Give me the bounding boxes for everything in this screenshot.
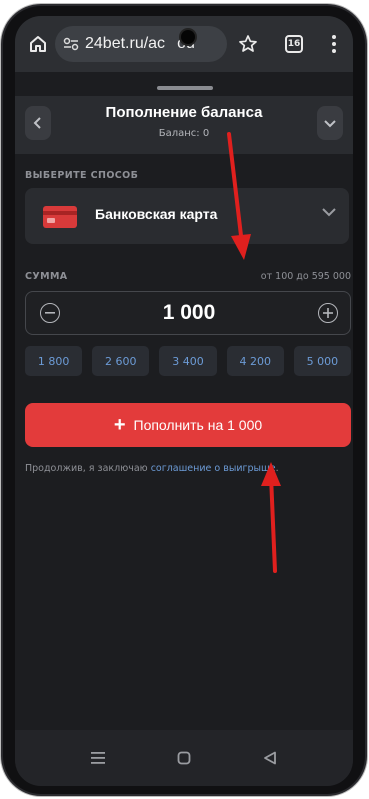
url-bar[interactable]: 24bet.ru/acou	[55, 26, 227, 62]
terms-text: Продолжив, я заключаю соглашение о выигр…	[25, 463, 351, 474]
sheet-header: Пополнение баланса Баланс: 0	[15, 96, 353, 154]
home-circle-icon[interactable]	[172, 746, 196, 770]
amount-section-label: СУММА	[25, 271, 68, 282]
screen: 24bet.ru/acou 16 Пополнение баланса Бала…	[15, 16, 353, 786]
browser-toolbar: 24bet.ru/acou 16	[15, 16, 353, 72]
preset-amount-button[interactable]: 4 200	[226, 346, 284, 376]
terms-link[interactable]: соглашение о выигрыше	[151, 463, 276, 474]
increase-button[interactable]	[318, 303, 338, 323]
system-nav-bar	[15, 730, 353, 786]
terms-suffix: .	[275, 463, 279, 474]
phone-frame: 24bet.ru/acou 16 Пополнение баланса Бала…	[3, 6, 365, 794]
site-settings-icon[interactable]	[63, 37, 79, 51]
payment-method-label: Банковская карта	[95, 206, 218, 222]
amount-range: от 100 до 595 000	[260, 271, 351, 282]
preset-amount-button[interactable]: 1 800	[25, 346, 83, 376]
collapse-button[interactable]	[317, 106, 343, 140]
method-section-label: ВЫБЕРИТЕ СПОСОБ	[25, 170, 139, 181]
front-camera	[181, 30, 195, 44]
terms-prefix: Продолжив, я заключаю	[25, 463, 151, 474]
balance-label: Баланс: 0	[158, 128, 210, 139]
more-vert-icon[interactable]	[317, 27, 351, 61]
tabs-icon[interactable]: 16	[277, 27, 311, 61]
back-triangle-icon[interactable]	[258, 746, 282, 770]
home-icon[interactable]	[21, 27, 55, 61]
plus-icon	[323, 308, 333, 318]
bank-card-icon	[43, 206, 77, 228]
deposit-button[interactable]: + Пополнить на 1 000	[25, 403, 351, 447]
plus-icon: +	[113, 414, 126, 436]
chevron-down-icon	[324, 120, 336, 128]
amount-presets: 1 800 2 600 3 400 4 200 5 000	[25, 346, 352, 376]
preset-amount-button[interactable]: 5 000	[293, 346, 352, 376]
preset-amount-button[interactable]: 3 400	[159, 346, 217, 376]
tab-count: 16	[285, 35, 303, 53]
amount-stepper: 1 000	[25, 291, 351, 335]
chevron-down-icon	[322, 208, 336, 217]
deposit-sheet: Пополнение баланса Баланс: 0 ВЫБЕРИТЕ СП…	[15, 78, 353, 730]
deposit-button-label: Пополнить на 1 000	[133, 417, 263, 433]
payment-method-select[interactable]: Банковская карта	[25, 188, 349, 244]
preset-amount-button[interactable]: 2 600	[92, 346, 150, 376]
page-title: Пополнение баланса	[105, 104, 263, 121]
url-text: 24bet.ru/ac	[85, 35, 166, 52]
amount-input[interactable]: 1 000	[26, 301, 352, 325]
star-icon[interactable]	[231, 27, 265, 61]
drag-handle[interactable]	[157, 86, 213, 90]
recent-apps-icon[interactable]	[86, 746, 110, 770]
